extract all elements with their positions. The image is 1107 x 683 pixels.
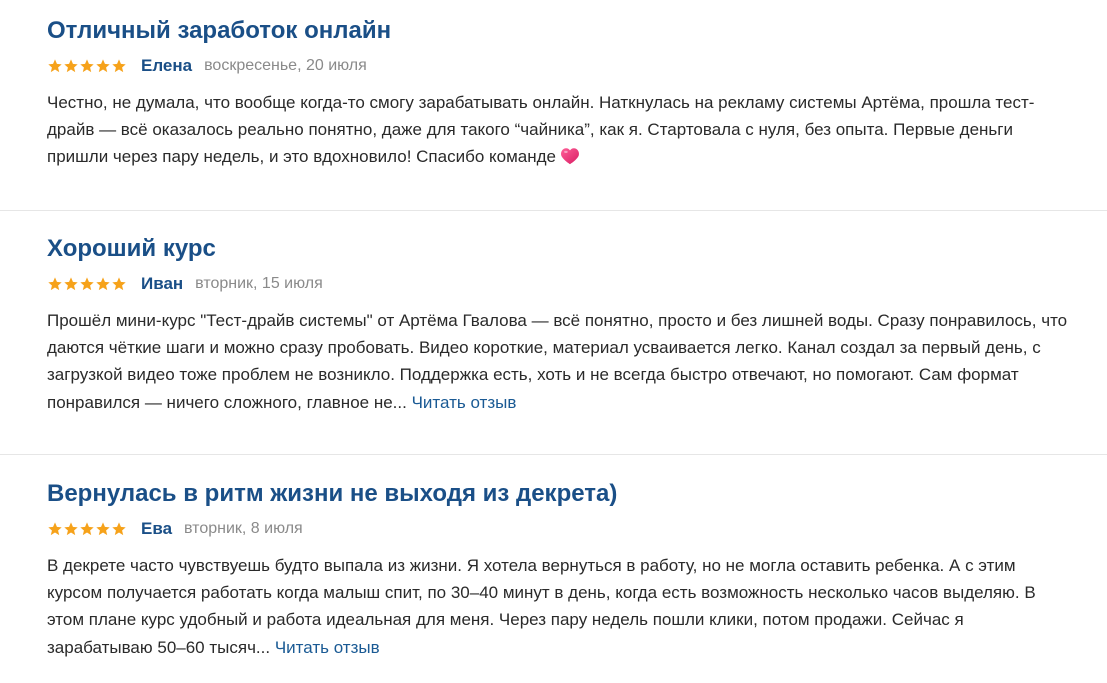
star-icon [112,522,126,536]
star-icon [96,277,110,291]
review-date: вторник, 8 июля [184,520,303,537]
heart-icon [560,148,579,165]
review-text-container: В декрете часто чувствуешь будто выпала … [47,552,1071,661]
star-icon [64,277,78,291]
review-date: воскресенье, 20 июля [204,57,367,74]
star-icon [112,277,126,291]
review-title[interactable]: Отличный заработок онлайн [47,15,1071,47]
star-rating [47,521,127,537]
read-review-link[interactable]: Читать отзыв [412,393,517,412]
review-text-container: Прошёл мини-курс "Тест-драйв системы" от… [47,307,1071,416]
review-title[interactable]: Вернулась в ритм жизни не выходя из декр… [47,478,1071,510]
review-text-container: Честно, не думала, что вообще когда-то с… [47,89,1071,171]
review-meta: Ева вторник, 8 июля [47,516,1071,542]
review-meta: Иван вторник, 15 июля [47,271,1071,297]
star-icon [48,59,62,73]
review-text: В декрете часто чувствуешь будто выпала … [47,556,1036,657]
review-meta: Елена воскресенье, 20 июля [47,53,1071,79]
review-date: вторник, 15 июля [195,275,323,292]
star-icon [96,522,110,536]
review-card: Хороший курс Иван вторник, 15 июля Прошё… [0,211,1107,455]
star-icon [48,277,62,291]
star-icon [64,522,78,536]
read-review-link[interactable]: Читать отзыв [275,638,380,657]
review-title[interactable]: Хороший курс [47,233,1071,265]
star-icon [80,522,94,536]
star-rating [47,58,127,74]
star-icon [80,277,94,291]
star-icon [112,59,126,73]
review-text: Прошёл мини-курс "Тест-драйв системы" от… [47,311,1068,412]
star-icon [96,59,110,73]
review-author: Ева [141,519,173,538]
review-author: Елена [141,56,193,75]
star-icon [48,522,62,536]
star-rating [47,276,127,292]
star-icon [80,59,94,73]
review-card: Отличный заработок онлайн Елена воскресе… [0,0,1107,211]
review-text: Честно, не думала, что вообще когда-то с… [47,93,1035,167]
review-author: Иван [141,274,184,293]
review-card: Вернулась в ритм жизни не выходя из декр… [0,455,1107,683]
star-icon [64,59,78,73]
